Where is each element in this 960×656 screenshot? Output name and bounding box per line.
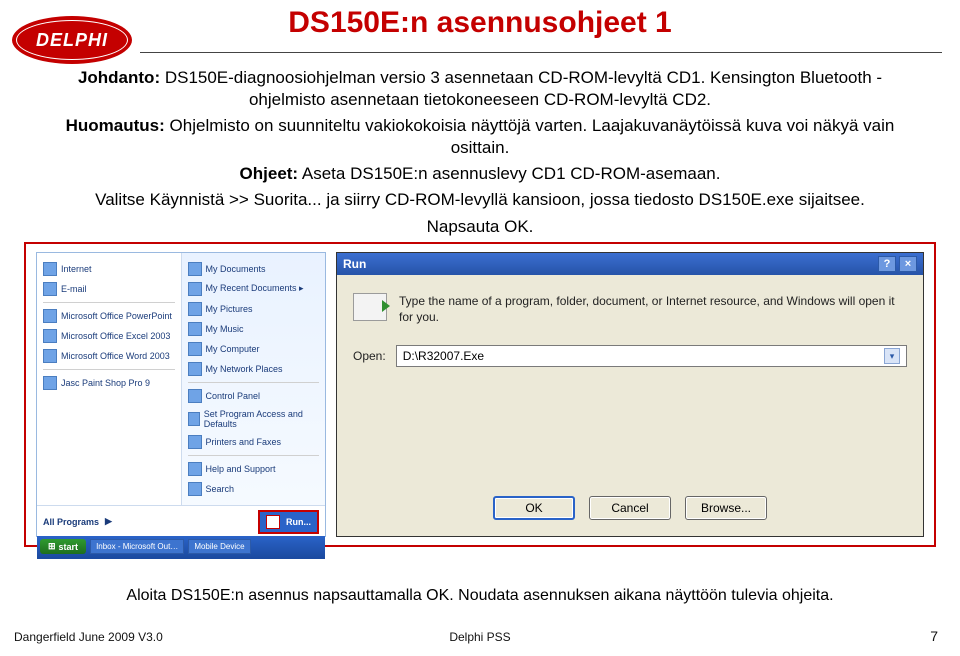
sm-item[interactable]: My Pictures [186,299,322,319]
sm-item[interactable]: My Documents [186,259,322,279]
page-title: DS150E:n asennusohjeet 1 [0,6,960,40]
sm-item[interactable]: Printers and Faxes [186,432,322,452]
brand-logo: DELPHI [12,16,132,64]
run-icon [266,515,280,529]
sm-label: My Music [206,324,244,334]
sm-label: Microsoft Office Excel 2003 [61,331,170,341]
all-programs[interactable]: All Programs ▶ Run... [37,505,325,538]
sm-item[interactable]: Jasc Paint Shop Pro 9 [41,373,177,393]
app-icon [43,282,57,296]
folder-icon [188,262,202,276]
taskbar: ⊞ start Inbox - Microsoft Out… Mobile De… [37,536,325,558]
sm-item[interactable]: Search [186,479,322,499]
sm-label: My Pictures [206,304,253,314]
run-title: Run [343,257,366,271]
footer-center: Delphi PSS [0,630,960,644]
chevron-right-icon: ▶ [105,516,112,527]
sm-item[interactable]: E-mail [41,279,177,299]
search-icon [188,482,202,496]
app-icon [43,349,57,363]
sm-label: My Recent Documents ▸ [206,283,304,294]
sm-label: Internet [61,264,92,274]
sm-item[interactable]: My Music [186,319,322,339]
folder-icon [188,302,202,316]
help-button[interactable]: ? [878,256,896,272]
sm-label: My Documents [206,264,266,274]
run-menu-item[interactable]: Run... [258,510,319,534]
sm-item[interactable]: Internet [41,259,177,279]
instruction-line-5: Napsauta OK. [40,216,920,238]
start-menu-right-col: My Documents My Recent Documents ▸ My Pi… [182,253,326,505]
brand-logo-text: DELPHI [36,30,108,51]
sm-item[interactable]: Microsoft Office Excel 2003 [41,326,177,346]
sm-item[interactable]: Set Program Access and Defaults [186,406,322,432]
instruction-text: Johdanto: DS150E-diagnoosiohjelman versi… [40,67,920,238]
run-dialog: Run ? × Type the name of a program, fold… [336,252,924,537]
app-icon [43,262,57,276]
all-programs-label: All Programs [43,517,99,527]
sm-label: Printers and Faxes [206,437,282,447]
sm-item[interactable]: Help and Support [186,459,322,479]
cancel-button[interactable]: Cancel [589,496,671,520]
screenshot-callout: Internet E-mail Microsoft Office PowerPo… [24,242,936,547]
sm-label: Set Program Access and Defaults [204,409,319,429]
run-label: Run... [286,517,311,527]
sm-item[interactable]: My Computer [186,339,322,359]
close-button[interactable]: × [899,256,917,272]
note-label: Huomautus: [66,116,165,135]
run-titlebar: Run ? × [337,253,923,275]
sm-label: E-mail [61,284,87,294]
page-number: 7 [930,628,938,644]
instruction-line-4: Valitse Käynnistä >> Suorita... ja siirr… [40,189,920,211]
chevron-down-icon[interactable]: ▾ [884,348,900,364]
ok-button[interactable]: OK [493,496,575,520]
bottom-instruction: Aloita DS150E:n asennus napsauttamalla O… [0,587,960,605]
windows-icon: ⊞ [48,541,56,552]
sm-item[interactable]: My Network Places [186,359,322,379]
sm-item[interactable]: Control Panel [186,386,322,406]
sm-item[interactable]: Microsoft Office Word 2003 [41,346,177,366]
help-icon [188,462,202,476]
start-menu-left-col: Internet E-mail Microsoft Office PowerPo… [37,253,182,505]
start-menu: Internet E-mail Microsoft Office PowerPo… [36,252,326,537]
ohjeet-label: Ohjeet: [240,164,299,183]
ohjeet-body: Aseta DS150E:n asennuslevy CD1 CD-ROM-as… [298,164,720,183]
app-icon [43,309,57,323]
start-button[interactable]: ⊞ start [40,539,86,554]
sm-label: Control Panel [206,391,261,401]
open-label: Open: [353,349,386,363]
app-icon [43,376,57,390]
sm-item[interactable]: My Recent Documents ▸ [186,279,322,299]
sm-label: Search [206,484,235,494]
sm-item[interactable]: Microsoft Office PowerPoint [41,306,177,326]
run-description: Type the name of a program, folder, docu… [399,293,907,325]
gear-icon [188,412,200,426]
sm-label: My Network Places [206,364,283,374]
sm-label: My Computer [206,344,260,354]
computer-icon [188,342,202,356]
gear-icon [188,389,202,403]
intro-lead: Johdanto: [78,68,160,87]
folder-icon [188,322,202,336]
start-label: start [59,542,79,552]
network-icon [188,362,202,376]
run-dialog-icon [353,293,387,321]
browse-button[interactable]: Browse... [685,496,767,520]
title-divider [140,52,942,53]
sm-label: Microsoft Office Word 2003 [61,351,170,361]
app-icon [43,329,57,343]
folder-icon [188,282,202,296]
sm-label: Help and Support [206,464,276,474]
note-body: Ohjelmisto on suunniteltu vakiokokoisia … [165,116,895,157]
sm-label: Jasc Paint Shop Pro 9 [61,378,150,388]
taskbar-item[interactable]: Inbox - Microsoft Out… [90,539,184,554]
intro-line1: DS150E-diagnoosiohjelman versio 3 asenne… [160,68,882,109]
open-value: D:\R32007.Exe [403,349,484,363]
sm-label: Microsoft Office PowerPoint [61,311,172,321]
open-combobox[interactable]: D:\R32007.Exe ▾ [396,345,907,367]
printer-icon [188,435,202,449]
taskbar-item[interactable]: Mobile Device [188,539,250,554]
